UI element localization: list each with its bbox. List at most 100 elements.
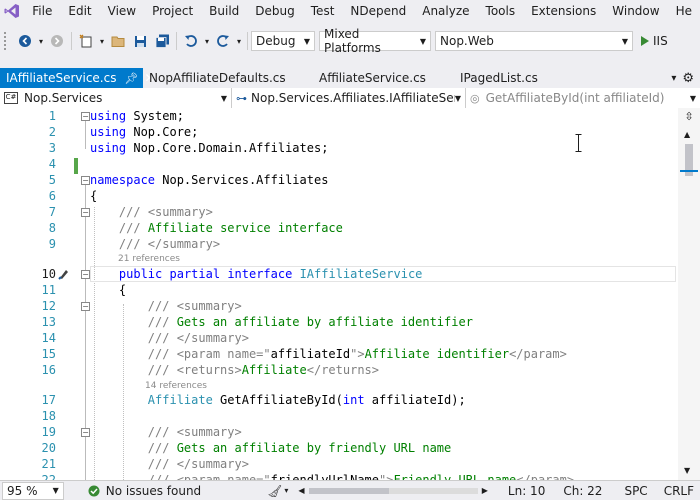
scroll-left-icon[interactable]: ◀ (298, 486, 304, 495)
code-line: /// </summary> (118, 237, 221, 251)
collapse-toggle[interactable]: − (81, 270, 90, 279)
menu-ndepend[interactable]: NDepend (342, 0, 414, 22)
split-window-icon[interactable]: ⇳ (682, 110, 696, 124)
dropdown-arrow-icon[interactable]: ▾ (97, 30, 107, 52)
menu-test[interactable]: Test (303, 0, 343, 22)
dropdown-arrow-icon[interactable]: ▾ (36, 30, 46, 52)
chevron-down-icon: ▼ (419, 36, 426, 46)
collapse-toggle[interactable]: − (81, 208, 90, 217)
line-number: 13 (41, 315, 56, 329)
horizontal-scrollbar-thumb[interactable] (308, 487, 389, 494)
tab-affiliateservice[interactable]: AffiliateService.cs (313, 68, 454, 88)
code-line: /// <summary> (118, 205, 213, 219)
line-number: 1 (48, 109, 56, 123)
code-line: /// </summary> (147, 331, 249, 345)
menu-view[interactable]: View (100, 0, 144, 22)
toolbar-separator (71, 32, 72, 50)
menu-build[interactable]: Build (201, 0, 247, 22)
collapse-toggle[interactable]: − (81, 176, 90, 185)
save-all-icon[interactable] (151, 30, 173, 52)
dropdown-arrow-icon[interactable]: ▾ (202, 30, 212, 52)
open-folder-icon[interactable] (107, 30, 129, 52)
redo-icon[interactable] (212, 30, 234, 52)
line-number: 10 (41, 267, 56, 281)
collapse-toggle[interactable]: − (81, 428, 90, 437)
tab-label: IPagedList.cs (460, 71, 538, 85)
no-issues-check-icon[interactable] (88, 485, 100, 497)
tab-list-dropdown-icon[interactable]: ▾ (671, 73, 676, 84)
line-number: 21 (41, 457, 56, 471)
collapse-toggle[interactable]: − (81, 302, 90, 311)
menu-project[interactable]: Project (144, 0, 201, 22)
toolbar-grip[interactable] (4, 32, 10, 50)
menu-bar: File Edit View Project Build Debug Test … (0, 0, 700, 22)
scroll-up-icon[interactable]: ▲ (684, 130, 690, 139)
settings-gear-icon[interactable]: ⚙ (682, 71, 694, 86)
indent-mode[interactable]: SPC (618, 484, 653, 498)
code-line: /// <summary> (147, 425, 242, 439)
tab-label: AffiliateService.cs (319, 71, 426, 85)
vertical-scrollbar[interactable]: ⇳ ▲ ▼ (678, 108, 700, 480)
project-navigation-select[interactable]: C# Nop.Services ▼ (0, 88, 232, 108)
collapse-toggle[interactable]: − (81, 112, 90, 121)
line-number: 4 (48, 157, 56, 171)
solution-configuration-select[interactable]: Debug ▼ (251, 31, 315, 51)
menu-analyze[interactable]: Analyze (414, 0, 477, 22)
type-navigation-select[interactable]: ⊶ Nop.Services.Affiliates.IAffiliateServ… (232, 88, 466, 108)
menu-file[interactable]: File (24, 0, 60, 22)
codelens-references[interactable]: 21 references (118, 254, 180, 264)
menu-extensions[interactable]: Extensions (523, 0, 604, 22)
menu-help[interactable]: He (668, 0, 700, 22)
line-number: 17 (41, 393, 56, 407)
visual-studio-logo-icon[interactable] (0, 0, 24, 22)
navigate-back-icon[interactable] (14, 30, 36, 52)
quick-actions-brush-icon[interactable] (58, 268, 70, 280)
member-navigation-select[interactable]: ◎ GetAffiliateById(int affiliateId) ▼ (466, 88, 700, 108)
char-position[interactable]: Ch: 22 (557, 484, 608, 498)
line-number: 7 (48, 205, 56, 219)
undo-icon[interactable] (180, 30, 202, 52)
tab-iaffiliateservice[interactable]: IAffiliateService.cs 📌︎ ✕ (0, 68, 155, 88)
save-icon[interactable] (129, 30, 151, 52)
csharp-project-icon: C# (4, 92, 18, 104)
tab-nopaffiliatedefaults[interactable]: NopAffiliateDefaults.cs (143, 68, 313, 88)
menu-debug[interactable]: Debug (247, 0, 302, 22)
codelens-references[interactable]: 14 references (145, 381, 207, 391)
code-line: /// Affiliate service interface (118, 221, 343, 235)
tab-ipagedlist[interactable]: IPagedList.cs (454, 68, 572, 88)
menu-tools[interactable]: Tools (478, 0, 524, 22)
code-line: /// </summary> (147, 457, 249, 471)
menu-edit[interactable]: Edit (60, 0, 99, 22)
code-line: /// <returns>Affiliate</returns> (147, 363, 379, 377)
startup-project-select[interactable]: Nop.Web ▼ (435, 31, 633, 51)
code-editor[interactable]: 1 − using System; 2 using Nop.Core; 3 us… (0, 108, 678, 480)
line-position[interactable]: Ln: 10 (502, 484, 551, 498)
scroll-right-icon[interactable]: ▶ (482, 486, 488, 495)
code-line: /// <summary> (147, 299, 242, 313)
navigate-forward-icon[interactable] (46, 30, 68, 52)
new-item-icon[interactable] (75, 30, 97, 52)
code-line: /// Gets an affiliate by friendly URL na… (147, 441, 452, 455)
chevron-down-icon: ▼ (454, 93, 461, 103)
solution-platform-select[interactable]: Mixed Platforms ▼ (319, 27, 431, 55)
line-number: 5 (48, 173, 56, 187)
scroll-down-icon[interactable]: ▼ (684, 466, 690, 475)
member-navigation-value: GetAffiliateById(int affiliateId) (485, 91, 665, 105)
line-ending[interactable]: CRLF (658, 484, 700, 498)
code-cleanup-broom-icon[interactable]: 🧹︎ (267, 484, 282, 498)
dropdown-arrow-icon[interactable]: ▾ (234, 30, 244, 52)
tab-label: IAffiliateService.cs (6, 71, 117, 85)
issues-status-text[interactable]: No issues found (106, 484, 207, 498)
dropdown-arrow-icon[interactable]: ▾ (284, 486, 288, 495)
status-bar: 95 % ▼ No issues found 🧹︎ ▾ ◀ ▶ Ln: 10 C… (0, 480, 700, 500)
menu-window[interactable]: Window (604, 0, 667, 22)
pin-icon[interactable]: 📌︎ (124, 72, 138, 85)
zoom-level-select[interactable]: 95 % ▼ (2, 481, 64, 500)
run-target-label[interactable]: IIS (653, 34, 668, 48)
horizontal-scrollbar[interactable] (308, 487, 478, 494)
startup-project-value: Nop.Web (440, 34, 494, 48)
start-debugging-icon[interactable] (637, 30, 653, 52)
tab-label: NopAffiliateDefaults.cs (149, 71, 286, 85)
line-number: 11 (41, 283, 56, 297)
code-line: /// <param name="affiliateId">Affiliate … (147, 347, 567, 361)
